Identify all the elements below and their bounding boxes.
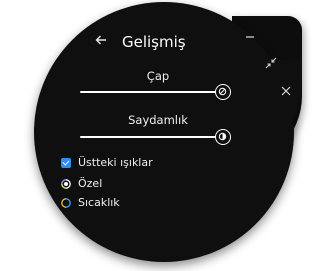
temperature-radio[interactable] bbox=[61, 198, 71, 208]
collapse-arrows-icon[interactable] bbox=[264, 56, 278, 70]
opacity-slider[interactable] bbox=[80, 129, 232, 145]
diameter-label: Çap bbox=[146, 69, 170, 83]
custom-label: Özel bbox=[78, 177, 103, 190]
opacity-slider-thumb[interactable] bbox=[215, 129, 231, 145]
diameter-slider-thumb[interactable] bbox=[215, 84, 231, 100]
circle-slash-icon bbox=[218, 87, 227, 96]
close-icon[interactable] bbox=[279, 84, 293, 98]
overhead-lights-label: Üstteki ışıklar bbox=[78, 156, 153, 169]
half-circle-contrast-icon bbox=[218, 132, 227, 141]
overhead-lights-checkbox[interactable] bbox=[61, 158, 71, 168]
opacity-label: Saydamlık bbox=[128, 113, 188, 127]
back-arrow-icon[interactable] bbox=[93, 33, 109, 49]
opacity-slider-track[interactable] bbox=[80, 136, 220, 138]
light-panel: Gelişmiş Çap Saydamlık Üstteki ışıklar Ö… bbox=[0, 0, 315, 271]
diameter-slider[interactable] bbox=[80, 84, 232, 100]
temperature-label: Sıcaklık bbox=[78, 196, 120, 209]
diameter-slider-track[interactable] bbox=[80, 91, 220, 93]
custom-radio[interactable] bbox=[61, 179, 71, 189]
page-title: Gelişmiş bbox=[122, 33, 186, 51]
minimize-icon[interactable] bbox=[243, 30, 257, 44]
